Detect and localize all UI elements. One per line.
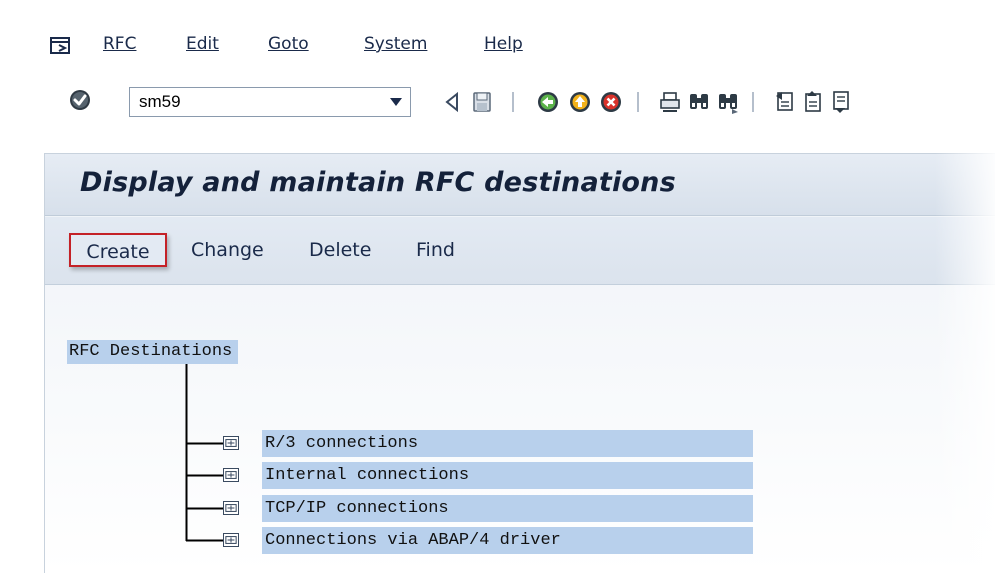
- expand-icon[interactable]: [223, 468, 239, 482]
- expand-icon[interactable]: [223, 501, 239, 515]
- tree-node-abap4-driver-connections[interactable]: Connections via ABAP/4 driver: [262, 527, 753, 554]
- expand-icon[interactable]: [223, 436, 239, 450]
- tree-node-r3-connections[interactable]: R/3 connections: [262, 430, 753, 457]
- tree-node-tcpip-connections[interactable]: TCP/IP connections: [262, 495, 753, 522]
- tree-root-rfc-destinations[interactable]: RFC Destinations: [67, 340, 239, 364]
- expand-icon[interactable]: [223, 533, 239, 547]
- tree-node-internal-connections[interactable]: Internal connections: [262, 462, 753, 489]
